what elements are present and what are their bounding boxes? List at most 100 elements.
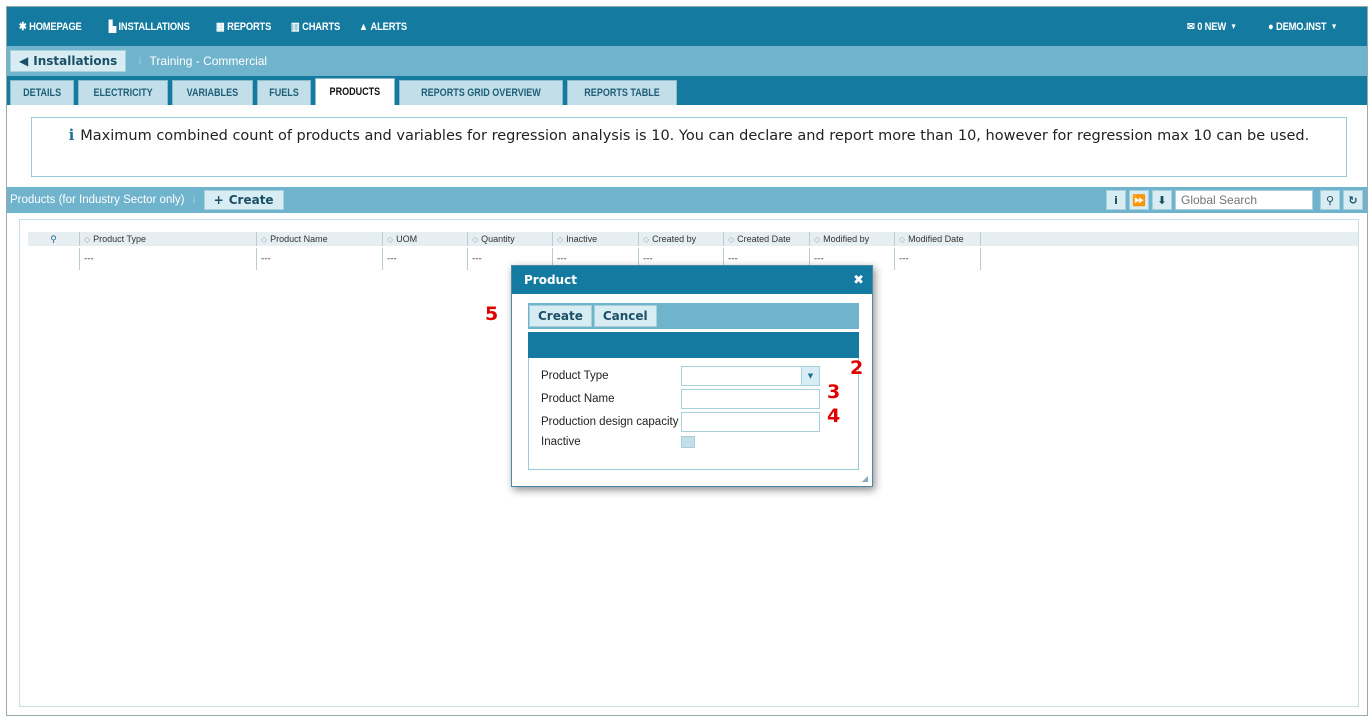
grid-title: Products (for Industry Sector only) — [10, 194, 185, 206]
close-icon[interactable]: ✖ — [853, 273, 864, 288]
column-header[interactable]: ◇ Modified Date — [895, 232, 981, 246]
capacity-row: Production design capacity — [541, 412, 820, 432]
chart-icon: ▥ — [290, 21, 300, 33]
sort-icon: ◇ — [387, 234, 394, 244]
product-type-label: Product Type — [541, 370, 609, 382]
circle-arrow-left-icon: ◀ — [19, 54, 29, 68]
sort-icon: ◇ — [472, 234, 479, 244]
annotation-marker-5: 5 — [485, 303, 499, 325]
nav-installations[interactable]: ▙ INSTALLATIONS — [97, 7, 190, 46]
column-header-label: Created by — [652, 234, 697, 244]
nav-homepage-label: HOMEPAGE — [29, 20, 82, 33]
calendar-icon: ▦ — [215, 21, 225, 33]
dialog-cancel-button[interactable]: Cancel — [593, 305, 657, 327]
tab-details-label: DETAILS — [23, 87, 62, 99]
product-form: Product Type ▼ Product Name Production d… — [528, 358, 859, 470]
tab-reports-grid-overview[interactable]: REPORTS GRID OVERVIEW — [398, 80, 563, 105]
table-cell — [28, 248, 80, 270]
tab-details[interactable]: DETAILS — [10, 80, 75, 105]
nav-reports[interactable]: ▦ REPORTS — [204, 7, 271, 46]
tab-products[interactable]: PRODUCTS — [315, 78, 395, 105]
user-dropdown[interactable]: ● DEMO.INST ▼ — [1268, 21, 1337, 33]
product-type-row: Product Type ▼ — [541, 366, 820, 386]
resize-handle-icon[interactable]: ◢ — [862, 474, 868, 483]
tab-variables[interactable]: VARIABLES — [172, 80, 254, 105]
product-type-select[interactable]: ▼ — [681, 366, 820, 386]
product-name-label: Product Name — [541, 393, 615, 405]
refresh-button[interactable]: ↻ — [1343, 190, 1363, 210]
table-cell: --- — [80, 248, 257, 270]
sort-icon: ◇ — [899, 234, 906, 244]
column-header[interactable]: ◇ Product Name — [257, 232, 383, 246]
tab-electricity-label: ELECTRICITY — [93, 87, 153, 99]
caret-down-icon: ▼ — [1230, 22, 1237, 31]
create-product-button[interactable]: + Create — [203, 190, 284, 210]
tab-fuels-label: FUELS — [269, 87, 299, 99]
nav-homepage[interactable]: ✱ HOMEPAGE — [7, 7, 82, 46]
download-button[interactable]: ⬇ — [1152, 190, 1172, 210]
tab-fuels[interactable]: FUELS — [257, 80, 312, 105]
tab-electricity[interactable]: ELECTRICITY — [78, 80, 169, 105]
toolbar-separator: ⁞ — [192, 194, 196, 206]
grid-tools: i ⏩ ⬇ ⚲ ↻ — [1106, 190, 1367, 210]
sort-icon: ◇ — [643, 234, 650, 244]
column-header[interactable]: ◇ Modified by — [810, 232, 895, 246]
column-header-label: Product Type — [93, 234, 147, 244]
annotation-marker-3: 3 — [827, 381, 841, 403]
sort-icon: ◇ — [557, 234, 564, 244]
back-installations-button[interactable]: ◀ Installations — [10, 50, 127, 72]
table-cell: --- — [257, 248, 383, 270]
sort-icon: ◇ — [261, 234, 268, 244]
dialog-create-button[interactable]: Create — [529, 305, 592, 327]
column-header[interactable]: ◇ Created by — [639, 232, 724, 246]
column-header-label: Created Date — [737, 234, 791, 244]
column-header-label: Product Name — [270, 234, 328, 244]
nav-charts[interactable]: ▥ CHARTS — [279, 7, 340, 46]
dialog-titlebar[interactable]: Product ✖ — [512, 266, 872, 294]
inactive-checkbox[interactable] — [681, 436, 695, 448]
user-label: DEMO.INST — [1275, 20, 1327, 33]
info-text: Maximum combined count of products and v… — [80, 128, 1310, 144]
capacity-label: Production design capacity — [541, 416, 679, 428]
plus-icon: + — [213, 193, 224, 207]
column-header-label: Inactive — [566, 234, 598, 244]
user-icon: ● — [1267, 20, 1274, 33]
column-header-label: UOM — [396, 234, 418, 244]
column-header[interactable]: ◇ Inactive — [553, 232, 639, 246]
tab-variables-label: VARIABLES — [187, 87, 239, 99]
envelope-icon: ✉ — [1186, 21, 1195, 33]
grid-header: ⚲ ◇ Product Type ◇ Product Name ◇ UOM ◇ Quan… — [28, 232, 1358, 246]
column-header[interactable]: ◇ Product Type — [80, 232, 257, 246]
tab-bar: DETAILS ELECTRICITY VARIABLES FUELS PROD… — [7, 76, 1367, 105]
column-header[interactable]: ◇ UOM — [383, 232, 468, 246]
grid-toolbar: Products (for Industry Sector only) ⁞ + … — [7, 187, 1367, 213]
nav-right: ✉ 0 NEW ▼ ● DEMO.INST ▼ — [1186, 20, 1367, 34]
breadcrumb: ◀ Installations ⁞ Training - Commercial — [7, 46, 1367, 76]
grid-search-toggle[interactable]: ⚲ — [28, 232, 80, 246]
fast-forward-button[interactable]: ⏩ — [1129, 190, 1149, 210]
chevron-down-icon[interactable]: ▼ — [801, 367, 819, 385]
info-button[interactable]: i — [1106, 190, 1126, 210]
capacity-input[interactable] — [681, 412, 820, 432]
nav-alerts-label: ALERTS — [370, 20, 407, 33]
messages-dropdown[interactable]: ✉ 0 NEW ▼ — [1186, 20, 1237, 34]
nav-alerts[interactable]: ▲ ALERTS — [347, 7, 407, 46]
column-header-label: Modified Date — [908, 234, 964, 244]
product-name-row: Product Name — [541, 389, 820, 409]
nav-charts-label: CHARTS — [301, 20, 340, 33]
tab-reports-table[interactable]: REPORTS TABLE — [566, 80, 677, 105]
tab-products-label: PRODUCTS — [329, 86, 381, 98]
search-icon: ⚲ — [50, 233, 57, 244]
product-name-input[interactable] — [681, 389, 820, 409]
top-navbar: ✱ HOMEPAGE ▙ INSTALLATIONS ▦ REPORTS ▥ C… — [7, 7, 1367, 46]
back-installations-label: Installations — [33, 54, 118, 68]
tab-reports-grid-overview-label: REPORTS GRID OVERVIEW — [421, 87, 541, 99]
global-search-input[interactable] — [1175, 190, 1313, 210]
column-header[interactable]: ◇ Created Date — [724, 232, 810, 246]
dialog-title: Product — [524, 273, 577, 287]
dialog-header-strip — [528, 332, 859, 358]
search-button[interactable]: ⚲ — [1320, 190, 1340, 210]
column-header[interactable]: ◇ Quantity — [468, 232, 553, 246]
nav-installations-label: INSTALLATIONS — [118, 20, 190, 33]
sort-icon: ◇ — [728, 234, 735, 244]
